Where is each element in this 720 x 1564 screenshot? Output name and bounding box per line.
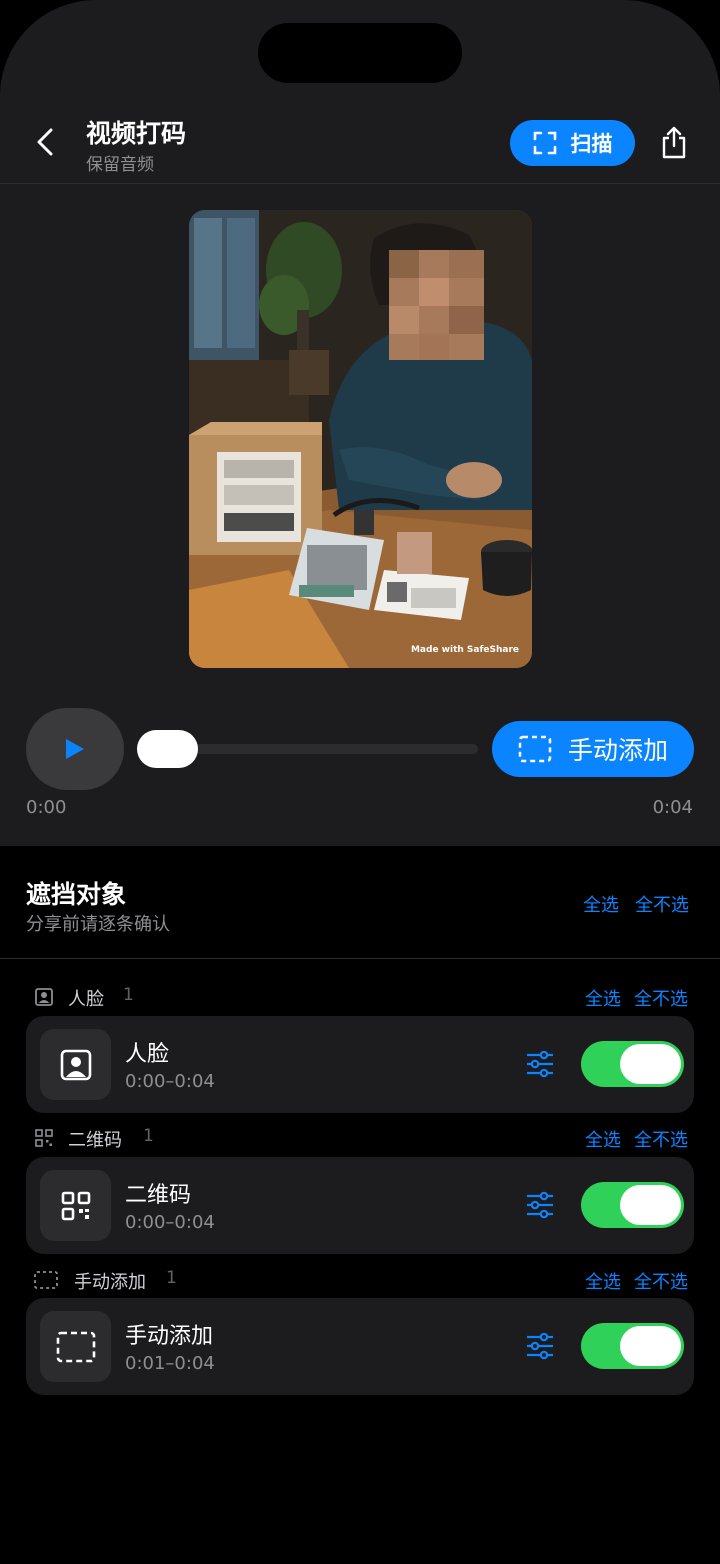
sliders-icon[interactable] — [525, 1190, 555, 1220]
group-select-all[interactable]: 全选 — [585, 985, 621, 1011]
group-count: 1 — [123, 985, 134, 1005]
item-title: 手动添加 — [125, 1324, 214, 1349]
section-subtitle: 分享前请逐条确认 — [26, 914, 170, 935]
video-preview[interactable]: Made with SafeShare — [189, 210, 532, 668]
toggle-knob — [620, 1326, 681, 1366]
list-item-face[interactable]: 人脸 0:00–0:04 — [26, 1016, 694, 1113]
dashed-box-icon — [34, 1271, 58, 1289]
progress-thumb[interactable] — [137, 730, 198, 768]
face-icon — [35, 988, 53, 1006]
dynamic-island — [258, 23, 462, 83]
time-total: 0:04 — [652, 797, 693, 818]
enable-toggle[interactable] — [581, 1323, 684, 1369]
group-header-qr: 二维码 1 全选 全不选 — [0, 1123, 720, 1153]
group-select-none[interactable]: 全不选 — [634, 1268, 688, 1294]
video-frame-illustration — [189, 210, 532, 668]
scan-button-label: 扫描 — [570, 132, 613, 156]
toggle-knob — [620, 1185, 681, 1225]
toggle-knob — [620, 1044, 681, 1084]
enable-toggle[interactable] — [581, 1182, 684, 1228]
play-button[interactable] — [26, 708, 124, 790]
item-time-range: 0:00–0:04 — [125, 1212, 215, 1233]
group-select-none[interactable]: 全不选 — [634, 985, 688, 1011]
group-select-none[interactable]: 全不选 — [634, 1126, 688, 1152]
group-count: 1 — [143, 1126, 154, 1146]
group-select-all[interactable]: 全选 — [585, 1268, 621, 1294]
chevron-left-icon — [37, 128, 53, 156]
list-item-qr[interactable]: 二维码 0:00–0:04 — [26, 1157, 694, 1254]
sliders-icon[interactable] — [525, 1049, 555, 1079]
video-watermark: Made with SafeShare — [410, 645, 519, 655]
group-select-all[interactable]: 全选 — [585, 1126, 621, 1152]
dashed-box-icon — [518, 735, 552, 763]
dashed-box-icon — [40, 1311, 111, 1382]
group-count: 1 — [166, 1268, 177, 1288]
group-label: 手动添加 — [74, 1272, 146, 1293]
qr-code-icon — [40, 1170, 111, 1241]
sliders-icon[interactable] — [525, 1331, 555, 1361]
scan-frame-icon — [533, 131, 556, 155]
select-none-link[interactable]: 全不选 — [635, 891, 689, 917]
group-header-manual: 手动添加 1 全选 全不选 — [0, 1265, 720, 1295]
group-label: 二维码 — [68, 1130, 122, 1151]
back-button[interactable] — [28, 122, 62, 162]
item-time-range: 0:00–0:04 — [125, 1071, 215, 1092]
section-title: 遮挡对象 — [26, 880, 127, 909]
qr-code-icon — [35, 1129, 53, 1147]
item-time-range: 0:01–0:04 — [125, 1353, 215, 1374]
item-title: 二维码 — [125, 1183, 192, 1208]
manual-add-label: 手动添加 — [567, 736, 668, 765]
group-header-face: 人脸 1 全选 全不选 — [0, 982, 720, 1012]
objects-section-header: 遮挡对象 分享前请逐条确认 全选 全不选 — [0, 847, 720, 959]
playback-controls: 手动添加 — [0, 708, 720, 790]
item-title: 人脸 — [125, 1042, 170, 1067]
enable-toggle[interactable] — [581, 1041, 684, 1087]
nav-header: 视频打码 保留音频 扫描 — [0, 100, 720, 184]
select-all-link[interactable]: 全选 — [583, 891, 619, 917]
share-icon — [662, 126, 686, 159]
page-subtitle: 保留音频 — [86, 155, 154, 175]
share-button[interactable] — [656, 122, 692, 164]
scan-button[interactable]: 扫描 — [510, 120, 635, 166]
list-item-manual[interactable]: 手动添加 0:01–0:04 — [26, 1298, 694, 1395]
page-title: 视频打码 — [86, 119, 187, 148]
face-icon — [40, 1029, 111, 1100]
play-icon — [66, 739, 84, 759]
time-current: 0:00 — [26, 797, 67, 818]
group-label: 人脸 — [68, 989, 104, 1010]
manual-add-button[interactable]: 手动添加 — [492, 721, 694, 777]
